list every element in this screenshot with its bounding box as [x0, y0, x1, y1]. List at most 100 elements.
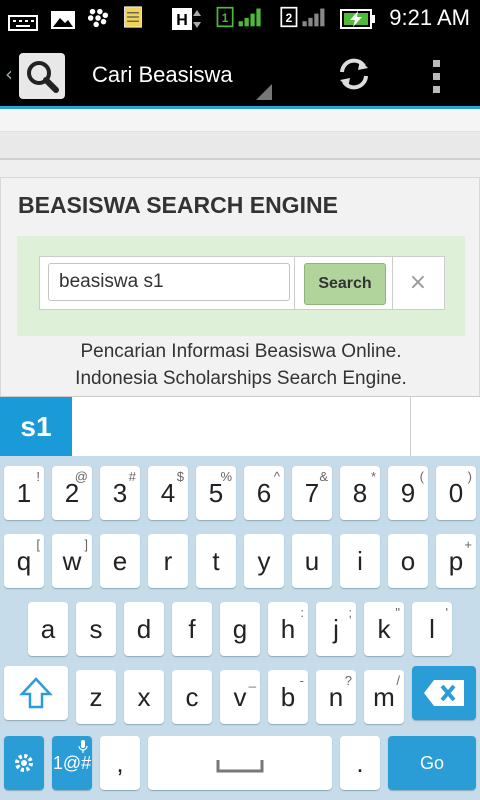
period-key[interactable]: .: [340, 736, 380, 790]
backspace-icon: [424, 680, 464, 706]
shift-arrow-icon: [19, 677, 53, 709]
tagline: Pencarian Informasi Beasiswa Online. Ind…: [1, 338, 480, 392]
clear-icon[interactable]: ×: [396, 263, 440, 303]
key-x[interactable]: x: [124, 670, 164, 724]
space-key[interactable]: [148, 736, 332, 790]
key-secondary-symbol: ;: [348, 605, 352, 620]
key-q[interactable]: q[: [4, 534, 44, 588]
key-e[interactable]: e: [100, 534, 140, 588]
key-secondary-symbol: ]: [84, 537, 88, 552]
tagline-line-1: Pencarian Informasi Beasiswa Online.: [80, 341, 402, 362]
key-secondary-symbol: (: [419, 469, 424, 484]
key-secondary-symbol: *: [370, 469, 376, 484]
spinner-indicator: [256, 84, 272, 100]
key-b[interactable]: b-: [268, 670, 308, 724]
key-secondary-symbol: %: [220, 469, 232, 484]
key-c[interactable]: c: [172, 670, 212, 724]
suggestion-item[interactable]: s1: [0, 397, 72, 457]
app-title[interactable]: Cari Beasiswa: [92, 62, 233, 88]
key-secondary-symbol: :: [300, 605, 304, 620]
clock: 9:21 AM: [389, 5, 470, 30]
key-5[interactable]: 5%: [196, 466, 236, 520]
gallery-icon: [51, 11, 75, 29]
key-secondary-symbol: @: [74, 469, 88, 484]
key-secondary-symbol: +: [464, 537, 472, 552]
web-view: BEASISWA SEARCH ENGINE Search × Pencaria…: [0, 109, 480, 396]
key-s[interactable]: s: [76, 602, 116, 656]
overflow-menu-icon[interactable]: [430, 58, 444, 94]
key-l[interactable]: l ': [412, 602, 452, 656]
key-a[interactable]: a: [28, 602, 68, 656]
key-6[interactable]: 6 ^: [244, 466, 284, 520]
search-well: Search ×: [17, 236, 465, 336]
key-9[interactable]: 9(: [388, 466, 428, 520]
suggestion-bar: s1: [0, 396, 480, 457]
spacebar-icon: [216, 760, 264, 773]
key-v[interactable]: v _: [220, 670, 260, 724]
search-button[interactable]: Search: [304, 263, 386, 305]
key-k[interactable]: k ": [364, 602, 404, 656]
key-z[interactable]: z: [76, 670, 116, 724]
key-secondary-symbol: ": [395, 605, 400, 620]
backspace-key[interactable]: [412, 666, 476, 720]
key-2[interactable]: 2 @: [52, 466, 92, 520]
key-secondary-symbol: ^: [273, 469, 280, 484]
key-o[interactable]: o: [388, 534, 428, 588]
key-n[interactable]: n?: [316, 670, 356, 724]
key-m[interactable]: m /: [364, 670, 404, 724]
divider: [410, 397, 411, 457]
key-p[interactable]: p +: [436, 534, 476, 588]
page-top-strip: [0, 109, 480, 132]
symbols-key[interactable]: 1@#: [52, 736, 92, 790]
comma-key[interactable]: ,: [100, 736, 140, 790]
back-chevron-icon[interactable]: ‹: [5, 62, 13, 86]
key-secondary-symbol: _: [248, 673, 256, 688]
go-key[interactable]: Go: [388, 736, 476, 790]
key-8[interactable]: 8 *: [340, 466, 380, 520]
key-g[interactable]: g: [220, 602, 260, 656]
settings-gear-icon: [15, 754, 33, 772]
search-card: BEASISWA SEARCH ENGINE Search × Pencaria…: [0, 177, 480, 396]
key-secondary-symbol: &: [319, 469, 328, 484]
key-h[interactable]: h:: [268, 602, 308, 656]
key-7[interactable]: 7 &: [292, 466, 332, 520]
key-secondary-symbol: ?: [344, 673, 352, 688]
key-y[interactable]: y: [244, 534, 284, 588]
status-bar: H 1 2 9:21 AM: [0, 0, 480, 38]
svg-text:1: 1: [222, 11, 229, 25]
page-title: BEASISWA SEARCH ENGINE: [18, 192, 338, 218]
shift-key[interactable]: [4, 666, 68, 720]
key-4[interactable]: 4 $: [148, 466, 188, 520]
blackberry-icon: [87, 8, 109, 28]
key-r[interactable]: r: [148, 534, 188, 588]
key-t[interactable]: t: [196, 534, 236, 588]
key-3[interactable]: 3 #: [100, 466, 140, 520]
settings-key[interactable]: [4, 736, 44, 790]
key-0[interactable]: 0): [436, 466, 476, 520]
key-d[interactable]: d: [124, 602, 164, 656]
tagline-line-2: Indonesia Scholarships Search Engine.: [75, 368, 407, 389]
key-f[interactable]: f: [172, 602, 212, 656]
svg-text:H: H: [176, 12, 188, 29]
key-u[interactable]: u: [292, 534, 332, 588]
sim2-signal-icon: 2: [280, 6, 325, 28]
key-i[interactable]: i: [340, 534, 380, 588]
symbols-key-label: 1@#: [52, 753, 92, 773]
key-1[interactable]: 1!: [4, 466, 44, 520]
search-input[interactable]: [48, 263, 290, 301]
search-input-group: Search ×: [39, 256, 445, 310]
soft-keyboard: 1! 2 @3 #4 $5% 6 ^ 7 & 8 * 9(0) q[w] e r t y u i o p + asdfg…: [0, 456, 480, 800]
page-nav-strip: [0, 132, 480, 160]
key-secondary-symbol: /: [396, 673, 400, 688]
key-secondary-symbol: ': [445, 605, 448, 620]
battery-charging-icon: [340, 9, 375, 29]
divider: [294, 257, 295, 309]
key-w[interactable]: w]: [52, 534, 92, 588]
sim1-signal-icon: 1: [216, 6, 261, 28]
key-j[interactable]: j;: [316, 602, 356, 656]
search-app-icon[interactable]: [19, 53, 65, 99]
microphone-icon: [78, 740, 88, 753]
divider: [392, 257, 393, 309]
key-secondary-symbol: [: [36, 537, 40, 552]
refresh-icon[interactable]: [334, 54, 374, 94]
